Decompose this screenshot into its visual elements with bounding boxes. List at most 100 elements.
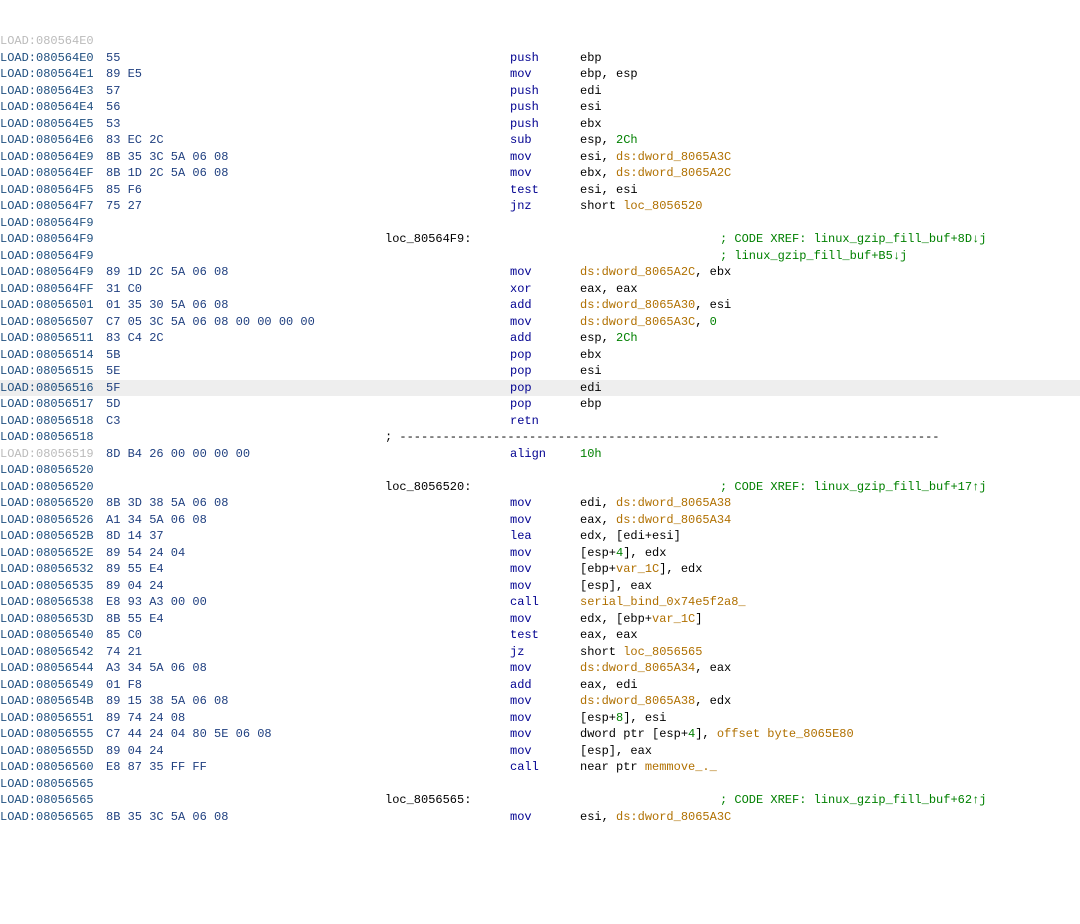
operands: [esp], eax <box>580 743 652 760</box>
mnemonic: xor <box>510 281 532 298</box>
disasm-line[interactable]: LOAD:0805654B89 15 38 5A 06 08movds:dwor… <box>0 693 1080 710</box>
address: LOAD:080564F9 <box>0 231 94 248</box>
operands: esi, esi <box>580 182 638 199</box>
operands: ds:dword_8065A2C, ebx <box>580 264 731 281</box>
xref-comment: ; CODE XREF: linux_gzip_fill_buf+8D↓j <box>720 231 986 248</box>
hex-bytes: A3 34 5A 06 08 <box>106 660 207 677</box>
disasm-line[interactable]: LOAD:080564F9; linux_gzip_fill_buf+B5↓j <box>0 248 1080 265</box>
disasm-line[interactable]: LOAD:080564E683 EC 2Csubesp, 2Ch <box>0 132 1080 149</box>
disasm-line[interactable]: LOAD:08056526A1 34 5A 06 08moveax, ds:dw… <box>0 512 1080 529</box>
disasm-line[interactable]: LOAD:0805655189 74 24 08mov[esp+8], esi <box>0 710 1080 727</box>
disasm-line[interactable]: LOAD:080565198D B4 26 00 00 00 00align10… <box>0 446 1080 463</box>
address: LOAD:080564E0 <box>0 33 94 50</box>
disasm-line[interactable]: LOAD:0805650101 35 30 5A 06 08addds:dwor… <box>0 297 1080 314</box>
hex-bytes: 89 74 24 08 <box>106 710 185 727</box>
disasm-line[interactable]: LOAD:0805653289 55 E4mov[ebp+var_1C], ed… <box>0 561 1080 578</box>
hex-bytes: 83 EC 2C <box>106 132 164 149</box>
disassembly-view[interactable]: LOAD:080564E0LOAD:080564E055pushebpLOAD:… <box>0 33 1080 825</box>
disasm-line[interactable]: LOAD:0805654901 F8addeax, edi <box>0 677 1080 694</box>
disasm-line[interactable]: LOAD:080564F775 27jnzshort loc_8056520 <box>0 198 1080 215</box>
mnemonic: mov <box>510 495 532 512</box>
mnemonic: mov <box>510 578 532 595</box>
mnemonic: jnz <box>510 198 532 215</box>
disasm-line[interactable]: LOAD:080564E189 E5movebp, esp <box>0 66 1080 83</box>
hex-bytes: 56 <box>106 99 120 116</box>
mnemonic: lea <box>510 528 532 545</box>
hex-bytes: 01 F8 <box>106 677 142 694</box>
disasm-line[interactable]: LOAD:0805652B8D 14 37leaedx, [edi+esi] <box>0 528 1080 545</box>
operands: edi <box>580 380 602 397</box>
mnemonic: mov <box>510 264 532 281</box>
disasm-line[interactable]: LOAD:080564E055pushebp <box>0 50 1080 67</box>
disasm-line[interactable]: LOAD:080565165Fpopedi <box>0 380 1080 397</box>
disasm-line[interactable]: LOAD:08056518C3retn <box>0 413 1080 430</box>
operands: [esp], eax <box>580 578 652 595</box>
mnemonic: mov <box>510 693 532 710</box>
disasm-line[interactable]: LOAD:080564F585 F6testesi, esi <box>0 182 1080 199</box>
hex-bytes: 74 21 <box>106 644 142 661</box>
disasm-line[interactable]: LOAD:0805654274 21jzshort loc_8056565 <box>0 644 1080 661</box>
disasm-line[interactable]: LOAD:080564E357pushedi <box>0 83 1080 100</box>
operands: esp, 2Ch <box>580 330 638 347</box>
hex-bytes: 85 F6 <box>106 182 142 199</box>
hex-bytes: 89 1D 2C 5A 06 08 <box>106 264 228 281</box>
code-label: loc_8056520: <box>385 479 471 496</box>
mnemonic: mov <box>510 314 532 331</box>
disasm-line[interactable]: LOAD:080564E98B 35 3C 5A 06 08movesi, ds… <box>0 149 1080 166</box>
disasm-line[interactable]: LOAD:0805653D8B 55 E4movedx, [ebp+var_1C… <box>0 611 1080 628</box>
disasm-line[interactable]: LOAD:080564F989 1D 2C 5A 06 08movds:dwor… <box>0 264 1080 281</box>
operands: short loc_8056565 <box>580 644 702 661</box>
hex-bytes: 8B 3D 38 5A 06 08 <box>106 495 228 512</box>
address: LOAD:08056520 <box>0 462 94 479</box>
disasm-line[interactable]: LOAD:080564E553pushebx <box>0 116 1080 133</box>
disasm-line[interactable]: LOAD:08056507C7 05 3C 5A 06 08 00 00 00 … <box>0 314 1080 331</box>
operands: edi <box>580 83 602 100</box>
hex-bytes: 89 04 24 <box>106 578 164 595</box>
operands: edx, [ebp+var_1C] <box>580 611 702 628</box>
address: LOAD:080564F9 <box>0 248 94 265</box>
address: LOAD:080564E3 <box>0 83 94 100</box>
disasm-line[interactable]: LOAD:08056520loc_8056520:; CODE XREF: li… <box>0 479 1080 496</box>
disasm-line[interactable]: LOAD:08056555C7 44 24 04 80 5E 06 08movd… <box>0 726 1080 743</box>
hex-bytes: 89 E5 <box>106 66 142 83</box>
disasm-line[interactable]: LOAD:0805651183 C4 2Caddesp, 2Ch <box>0 330 1080 347</box>
hex-bytes: 01 35 30 5A 06 08 <box>106 297 228 314</box>
disasm-line[interactable]: LOAD:080564F9loc_80564F9:; CODE XREF: li… <box>0 231 1080 248</box>
address: LOAD:08056518 <box>0 429 94 446</box>
disasm-line[interactable]: LOAD:08056565 <box>0 776 1080 793</box>
operands: edx, [edi+esi] <box>580 528 681 545</box>
address: LOAD:08056501 <box>0 297 94 314</box>
hex-bytes: 8B 35 3C 5A 06 08 <box>106 809 228 826</box>
disasm-line[interactable]: LOAD:080564E456pushesi <box>0 99 1080 116</box>
address: LOAD:08056551 <box>0 710 94 727</box>
disasm-line[interactable]: LOAD:08056544A3 34 5A 06 08movds:dword_8… <box>0 660 1080 677</box>
disasm-line[interactable]: LOAD:080565155Epopesi <box>0 363 1080 380</box>
disasm-line[interactable]: LOAD:080564F9 <box>0 215 1080 232</box>
operands: eax, eax <box>580 627 638 644</box>
mnemonic: push <box>510 50 539 67</box>
xref-comment: ; CODE XREF: linux_gzip_fill_buf+17↑j <box>720 479 986 496</box>
disasm-line[interactable]: LOAD:08056560E8 87 35 FF FFcallnear ptr … <box>0 759 1080 776</box>
disasm-line[interactable]: LOAD:080564E0 <box>0 33 1080 50</box>
mnemonic: mov <box>510 611 532 628</box>
disasm-line[interactable]: LOAD:0805654085 C0testeax, eax <box>0 627 1080 644</box>
disasm-line[interactable]: LOAD:080565145Bpopebx <box>0 347 1080 364</box>
disasm-line[interactable]: LOAD:08056520 <box>0 462 1080 479</box>
disasm-line[interactable]: LOAD:080564EF8B 1D 2C 5A 06 08movebx, ds… <box>0 165 1080 182</box>
disasm-line[interactable]: LOAD:080565208B 3D 38 5A 06 08movedi, ds… <box>0 495 1080 512</box>
disasm-line[interactable]: LOAD:08056538E8 93 A3 00 00callserial_bi… <box>0 594 1080 611</box>
disasm-line[interactable]: LOAD:0805653589 04 24mov[esp], eax <box>0 578 1080 595</box>
operands: ebp, esp <box>580 66 638 83</box>
operands: ds:dword_8065A30, esi <box>580 297 731 314</box>
disasm-line[interactable]: LOAD:08056518; -------------------------… <box>0 429 1080 446</box>
address: LOAD:08056540 <box>0 627 94 644</box>
disasm-line[interactable]: LOAD:0805652E89 54 24 04mov[esp+4], edx <box>0 545 1080 562</box>
address: LOAD:08056555 <box>0 726 94 743</box>
disasm-line[interactable]: LOAD:080564FF31 C0xoreax, eax <box>0 281 1080 298</box>
hex-bytes: C7 44 24 04 80 5E 06 08 <box>106 726 272 743</box>
disasm-line[interactable]: LOAD:080565658B 35 3C 5A 06 08movesi, ds… <box>0 809 1080 826</box>
disasm-line[interactable]: LOAD:08056565loc_8056565:; CODE XREF: li… <box>0 792 1080 809</box>
disasm-line[interactable]: LOAD:080565175Dpopebp <box>0 396 1080 413</box>
address: LOAD:080564F9 <box>0 215 94 232</box>
disasm-line[interactable]: LOAD:0805655D89 04 24mov[esp], eax <box>0 743 1080 760</box>
